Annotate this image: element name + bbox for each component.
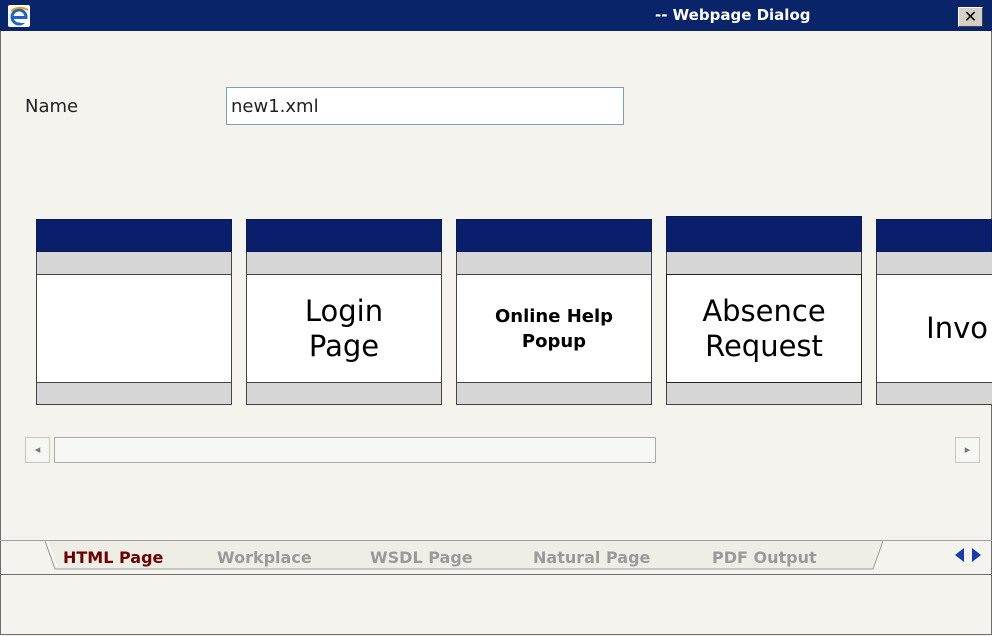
tabbar-bottom-line xyxy=(0,574,992,575)
template-gallery: Login Page Online Help Popup Absence Req… xyxy=(0,214,992,414)
tile-strip xyxy=(666,383,862,405)
tile-header xyxy=(456,219,652,252)
tile-strip xyxy=(456,383,652,405)
template-tile-login-page[interactable]: Login Page xyxy=(246,219,442,407)
gallery-scrollbar[interactable]: ◂ ▸ xyxy=(25,437,983,463)
tile-label-line: Absence xyxy=(702,293,826,328)
tab-wsdl-page[interactable]: WSDL Page xyxy=(370,548,473,567)
tile-strip xyxy=(666,252,862,274)
tab-scroll-arrows[interactable] xyxy=(951,545,987,565)
scrollbar-thumb[interactable] xyxy=(54,437,656,463)
tab-html-page[interactable]: HTML Page xyxy=(63,548,163,567)
close-button[interactable]: ✕ xyxy=(958,7,983,27)
tile-strip xyxy=(246,252,442,274)
tile-label-line: Popup xyxy=(521,330,587,352)
arrow-left-icon xyxy=(955,548,964,562)
name-label: Name xyxy=(25,96,79,117)
arrow-right-icon xyxy=(972,548,981,562)
tile-body: Absence Request xyxy=(666,274,862,383)
tile-header xyxy=(36,219,232,252)
tile-header xyxy=(246,219,442,252)
scroll-left-button[interactable]: ◂ xyxy=(25,437,50,463)
ie-icon xyxy=(8,5,30,27)
tab-natural-page[interactable]: Natural Page xyxy=(533,548,650,567)
tile-label-line: Login xyxy=(304,293,384,328)
tile-strip xyxy=(876,252,992,274)
tile-body: Online Help Popup xyxy=(456,274,652,383)
tile-body: Invo xyxy=(876,274,992,383)
chevron-right-icon: ▸ xyxy=(964,443,971,456)
tile-strip xyxy=(456,252,652,274)
template-tile-invoice[interactable]: Invo xyxy=(876,219,992,407)
tab-pdf-output[interactable]: PDF Output xyxy=(712,548,817,567)
tile-header xyxy=(876,219,992,252)
tile-strip xyxy=(36,383,232,405)
tab-workplace[interactable]: Workplace xyxy=(217,548,312,567)
template-tile-absence-request[interactable]: Absence Request xyxy=(666,216,862,407)
template-tile-blank[interactable] xyxy=(36,219,232,407)
tile-label-line: Online Help xyxy=(494,305,614,327)
title-bar[interactable]: -- Webpage Dialog ✕ xyxy=(0,0,992,31)
tile-label-line: Invo xyxy=(926,311,988,345)
tile-body xyxy=(36,274,232,383)
tile-strip xyxy=(246,383,442,405)
template-tile-online-help-popup[interactable]: Online Help Popup xyxy=(456,219,652,407)
scroll-right-button[interactable]: ▸ xyxy=(955,437,980,463)
tile-header xyxy=(666,216,862,252)
tile-label-line: Request xyxy=(705,328,823,363)
window-title: -- Webpage Dialog xyxy=(655,6,811,24)
tile-body: Login Page xyxy=(246,274,442,383)
name-field[interactable] xyxy=(226,87,624,125)
tile-strip xyxy=(876,383,992,405)
tile-strip xyxy=(36,252,232,274)
chevron-left-icon: ◂ xyxy=(34,443,41,456)
tile-label-line: Page xyxy=(308,328,380,363)
